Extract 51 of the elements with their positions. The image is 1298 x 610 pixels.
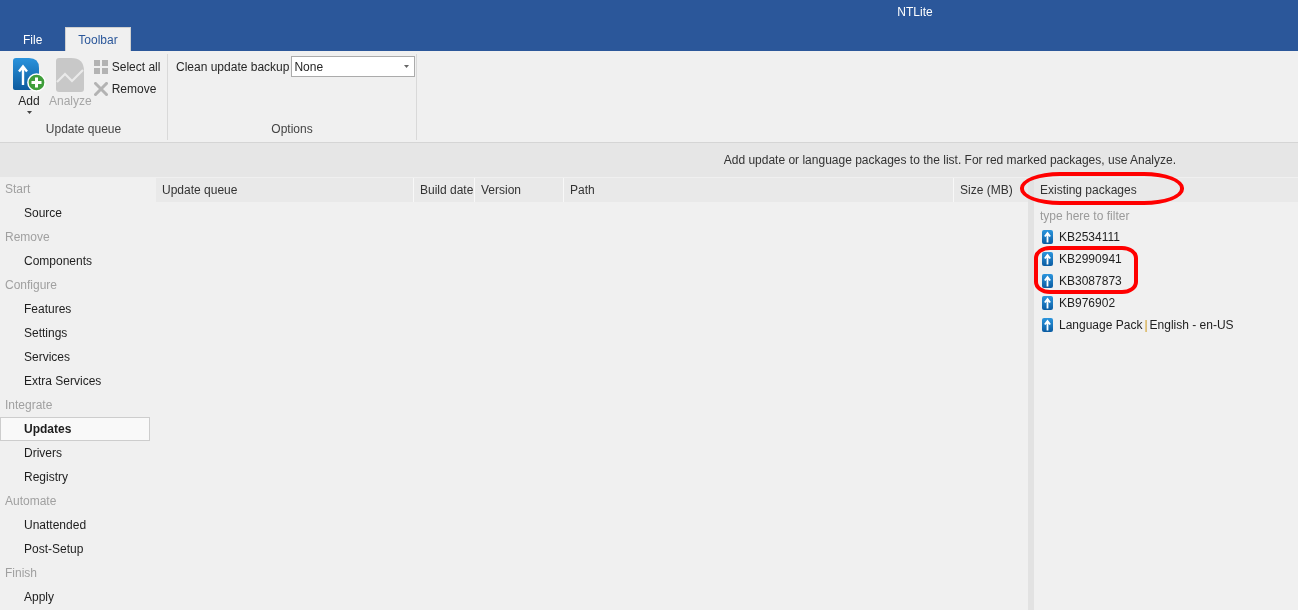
nav-item[interactable]: Services xyxy=(0,345,150,369)
info-text: Add update or language packages to the list. For red marked packages, use Analyze. xyxy=(723,153,1176,167)
section-heading: Integrate xyxy=(5,398,53,412)
arrow-tile-icon xyxy=(1042,274,1053,288)
window-title: NTLite xyxy=(897,4,933,21)
section-heading: Finish xyxy=(5,566,37,580)
arrow-tile-icon xyxy=(1042,230,1053,244)
nav-item[interactable]: Features xyxy=(0,297,150,321)
menu-tab[interactable]: File xyxy=(10,27,56,51)
column-header[interactable]: Build date xyxy=(414,178,475,202)
nav-item[interactable]: Settings xyxy=(0,321,150,345)
item-separator: | xyxy=(1144,318,1148,332)
line-chart-icon xyxy=(56,58,85,92)
group-label: Update queue xyxy=(45,121,122,138)
package-name[interactable]: Language Pack xyxy=(1059,318,1143,332)
section-heading: Automate xyxy=(5,494,57,508)
column-header[interactable]: Size (MB) xyxy=(954,178,1028,202)
menu-tab[interactable]: Toolbar xyxy=(65,27,131,51)
section-heading: Remove xyxy=(5,230,50,244)
panel-title: Existing packages xyxy=(1040,183,1137,197)
section-heading: Configure xyxy=(5,278,58,292)
cross-icon xyxy=(93,82,108,96)
column-header[interactable]: Version xyxy=(475,178,564,202)
column-header[interactable]: Path xyxy=(564,178,954,202)
ribbon-button[interactable]: Add xyxy=(10,55,48,117)
nav-item[interactable]: Updates xyxy=(0,417,150,441)
arrow-tile-icon xyxy=(1042,296,1053,310)
nav-item[interactable]: Registry xyxy=(0,465,150,489)
arrow-tile-icon xyxy=(1042,318,1053,332)
grid-icon xyxy=(93,60,108,74)
arrow-plus-icon xyxy=(12,58,46,92)
column-header[interactable]: Update queue xyxy=(156,178,414,202)
group-label: Options xyxy=(271,121,313,138)
package-name[interactable]: KB2990941 xyxy=(1059,252,1122,266)
language-name: English - en-US xyxy=(1149,318,1234,332)
section-heading: Start xyxy=(5,182,31,196)
field-label: Clean update backup xyxy=(176,59,290,74)
filter-field[interactable]: type here to filter xyxy=(1034,206,1298,226)
nav-item[interactable]: Unattended xyxy=(0,513,150,537)
backup-dropdown[interactable]: None xyxy=(291,56,416,77)
arrow-tile-icon xyxy=(1042,252,1053,266)
nav-item[interactable]: Drivers xyxy=(0,441,150,465)
nav-item[interactable]: Apply xyxy=(0,585,150,609)
nav-item[interactable]: Components xyxy=(0,249,150,273)
package-name[interactable]: KB2534111 xyxy=(1059,230,1120,244)
nav-item[interactable]: Post-Setup xyxy=(0,537,150,561)
nav-item[interactable]: Source xyxy=(0,201,150,225)
nav-item[interactable]: Extra Services xyxy=(0,369,150,393)
caret-icon xyxy=(404,65,410,68)
package-name[interactable]: KB976902 xyxy=(1059,296,1116,310)
package-name[interactable]: KB3087873 xyxy=(1059,274,1122,288)
